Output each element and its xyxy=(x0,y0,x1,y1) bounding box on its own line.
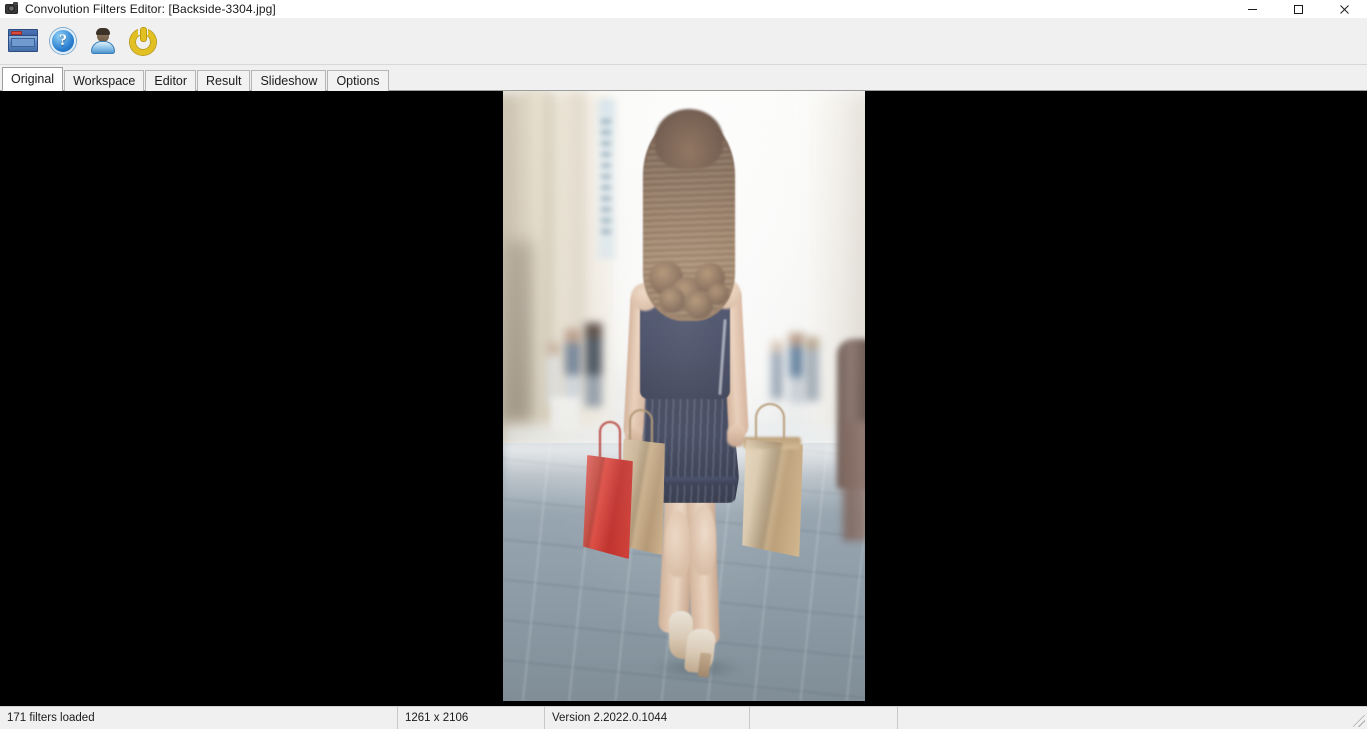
filters-loaded-status: 171 filters loaded xyxy=(0,707,398,729)
tab-label: Editor xyxy=(154,74,188,88)
tab-original[interactable]: Original xyxy=(2,67,64,91)
resize-grip-icon[interactable] xyxy=(1353,715,1365,727)
tab-workspace[interactable]: Workspace xyxy=(64,70,145,91)
maximize-icon[interactable] xyxy=(1275,0,1321,18)
user-person-icon xyxy=(90,28,116,54)
tab-slideshow[interactable]: Slideshow xyxy=(251,70,327,91)
preview-image xyxy=(503,91,865,701)
tab-strip: Original Workspace Editor Result Slidesh… xyxy=(0,65,1367,91)
close-icon[interactable] xyxy=(1321,0,1367,18)
status-cell-5 xyxy=(898,707,1367,729)
exit-button[interactable] xyxy=(124,22,162,60)
window-controls xyxy=(1229,0,1367,18)
title-bar: Convolution Filters Editor: [Backside-33… xyxy=(0,0,1367,18)
help-button[interactable]: ? xyxy=(44,22,82,60)
status-bar: 171 filters loaded 1261 x 2106 Version 2… xyxy=(0,706,1367,729)
camera-icon xyxy=(4,1,20,17)
about-button[interactable] xyxy=(84,22,122,60)
tab-label: Original xyxy=(11,72,55,86)
tab-label: Workspace xyxy=(73,74,136,88)
open-image-button[interactable] xyxy=(4,22,42,60)
tab-options[interactable]: Options xyxy=(327,70,389,91)
tab-label: Options xyxy=(336,74,380,88)
application-window: Convolution Filters Editor: [Backside-33… xyxy=(0,0,1367,729)
help-question-icon: ? xyxy=(50,28,76,54)
tab-label: Slideshow xyxy=(260,74,318,88)
tab-result[interactable]: Result xyxy=(197,70,251,91)
version-status: Version 2.2022.0.1044 xyxy=(545,707,750,729)
power-icon xyxy=(129,27,157,55)
status-cell-4 xyxy=(750,707,898,729)
tab-editor[interactable]: Editor xyxy=(145,70,197,91)
image-dimensions-status: 1261 x 2106 xyxy=(398,707,545,729)
open-folder-icon xyxy=(8,29,38,53)
image-canvas[interactable] xyxy=(0,91,1367,706)
tab-label: Result xyxy=(206,74,242,88)
minimize-icon[interactable] xyxy=(1229,0,1275,18)
toolbar: ? xyxy=(0,18,1367,65)
window-title: Convolution Filters Editor: [Backside-33… xyxy=(25,1,276,16)
